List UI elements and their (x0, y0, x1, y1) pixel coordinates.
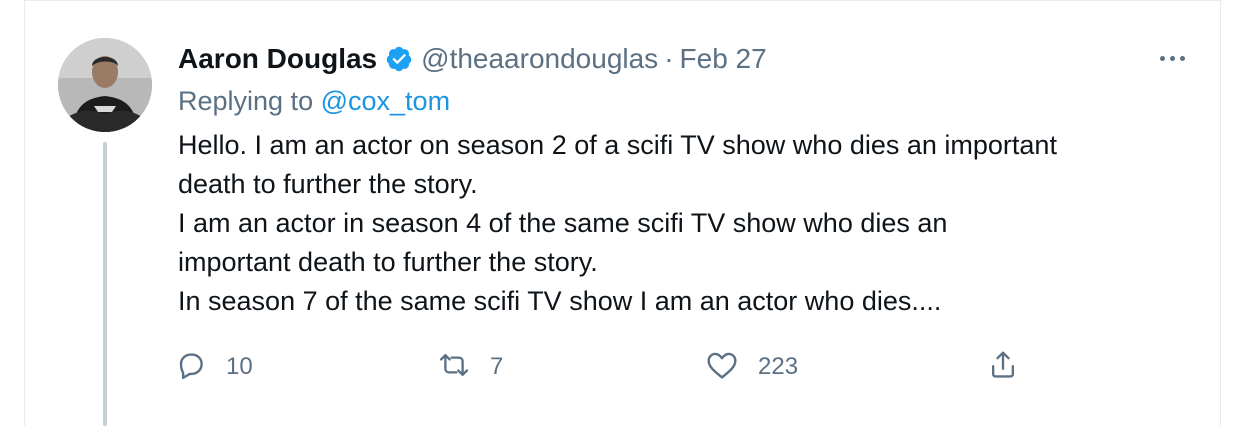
top-divider (24, 0, 1222, 1)
tweet-actions: 10 7 223 (176, 346, 1036, 388)
reply-button[interactable]: 10 (176, 346, 253, 388)
separator-dot: · (664, 43, 674, 74)
share-button[interactable] (988, 346, 1018, 388)
tweet-text-line: Hello. I am an actor on season 2 of a sc… (178, 130, 1057, 160)
author-handle[interactable]: @theaarondouglas (421, 43, 658, 75)
like-button[interactable]: 223 (706, 346, 798, 388)
tweet-text-line: I am an actor in season 4 of the same sc… (178, 208, 948, 238)
replying-to-link[interactable]: @cox_tom (321, 86, 450, 116)
right-border (1220, 0, 1221, 426)
replying-prefix: Replying to (178, 86, 314, 116)
tweet-date[interactable]: Feb 27 (680, 43, 767, 75)
tweet-header: Aaron Douglas @theaarondouglas · Feb 27 (178, 40, 767, 78)
retweet-button[interactable]: 7 (438, 346, 503, 388)
like-count: 223 (758, 353, 799, 380)
tweet-text-line: important death to further the story. (178, 247, 598, 277)
share-icon (988, 349, 1018, 386)
left-border (24, 0, 25, 426)
tweet-text: Hello. I am an actor on season 2 of a sc… (178, 126, 1208, 321)
tweet-text-line: In season 7 of the same scifi TV show I … (178, 286, 942, 316)
thread-line (103, 142, 107, 426)
heart-icon (706, 350, 738, 385)
avatar[interactable] (58, 38, 152, 132)
tweet-text-line: death to further the story. (178, 169, 478, 199)
retweet-icon (438, 350, 470, 385)
retweet-count: 7 (490, 353, 504, 380)
more-options-icon[interactable] (1152, 44, 1192, 72)
replying-to: Replying to @cox_tom (178, 86, 450, 117)
reply-count: 10 (226, 353, 253, 380)
reply-icon (176, 350, 206, 385)
verified-badge-icon (385, 45, 413, 73)
author-name[interactable]: Aaron Douglas (178, 43, 377, 75)
